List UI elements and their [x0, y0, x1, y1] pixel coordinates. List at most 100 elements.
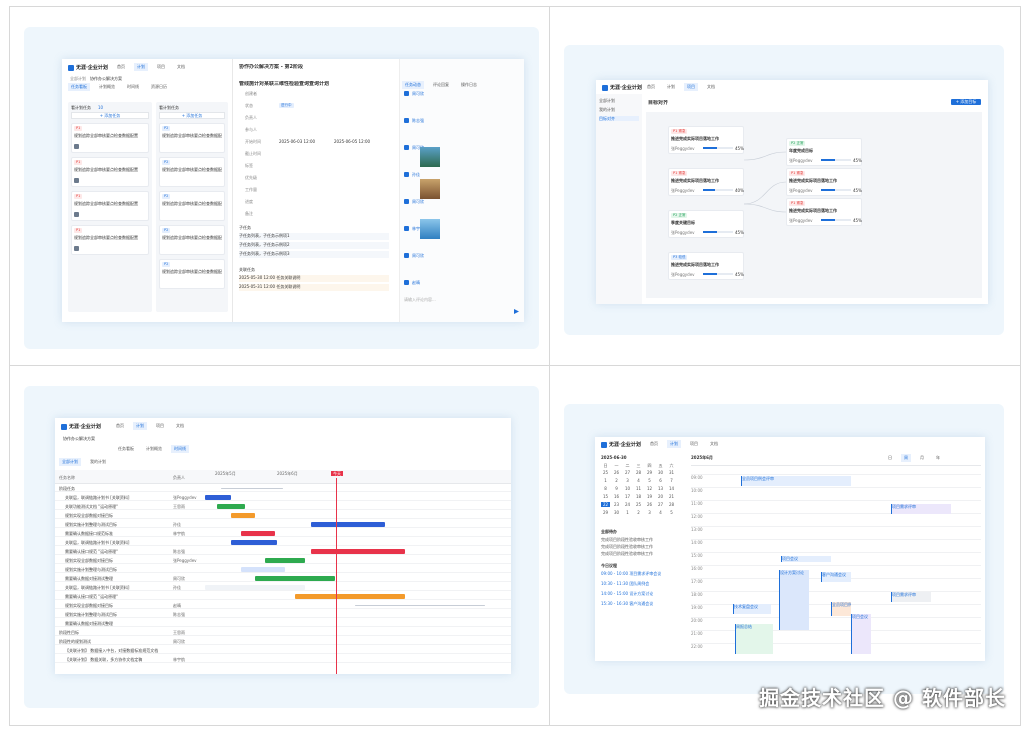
gantt-row[interactable]: 规划实现全部数据对接目标 张Peggydev — [55, 557, 511, 564]
gantt-bar[interactable] — [241, 531, 275, 536]
tab-overview[interactable]: 计划概览 — [143, 445, 165, 453]
day-cell[interactable]: 8 — [601, 486, 610, 491]
nav-doc[interactable]: 文档 — [707, 440, 721, 448]
day-cell[interactable]: 5 — [667, 510, 676, 515]
day-cell[interactable]: 25 — [601, 470, 610, 475]
subtab-mine[interactable]: 我的计划 — [87, 458, 109, 466]
nav-project[interactable]: 项目 — [684, 83, 698, 91]
gantt-row[interactable]: 需要确认数据对接测试整理 — [55, 620, 511, 627]
view-week[interactable]: 周 — [901, 454, 911, 462]
tab-board[interactable]: 任务看板 — [115, 445, 137, 453]
gantt-row[interactable]: 关联功能测试文档 "运动原理" 王思雨 — [55, 503, 511, 510]
gantt-bar[interactable] — [231, 513, 255, 518]
tab-comments[interactable]: 评论回复 — [430, 81, 452, 89]
day-cell[interactable]: 16 — [612, 494, 621, 499]
goal-card[interactable]: P1 紧急 推进完成实际项目落地工作 张Peggydev 45% — [786, 168, 862, 196]
calendar-event[interactable]: 客户沟通会议 — [821, 572, 851, 582]
day-cell[interactable]: 27 — [623, 470, 632, 475]
day-cell[interactable]: 18 — [634, 494, 643, 499]
nav-project[interactable]: 项目 — [687, 440, 701, 448]
gantt-row[interactable]: 【关联计划】 数据接入中台，对接数据标准规范文档 — [55, 647, 511, 654]
day-cell[interactable]: 29 — [601, 510, 610, 515]
task-card[interactable]: P1 规划追踪全部审核要点检查数据配置 — [71, 225, 149, 255]
task-card[interactable]: P1 规划追踪全部审核要点检查数据配置 — [71, 123, 149, 153]
day-cell[interactable]: 1 — [623, 510, 632, 515]
gantt-bar[interactable] — [311, 549, 405, 554]
todo-item[interactable]: 完成项目阶段性验收审核工作 — [601, 544, 653, 549]
tab-timeline[interactable]: 时间线 — [124, 83, 142, 91]
attachment-image[interactable] — [420, 147, 440, 167]
attachment-image[interactable] — [420, 219, 440, 239]
subtask-row[interactable]: 子任务列表，子任务示例项3 — [239, 251, 389, 258]
calendar-event[interactable]: 全员项目例会评审 — [831, 602, 851, 616]
day-cell[interactable]: 25 — [634, 502, 643, 507]
subtask-row[interactable]: 子任务列表，子任务示例项2 — [239, 242, 389, 249]
gantt-row[interactable]: 阶段性的规划测试 周可欣 — [55, 638, 511, 645]
day-cell[interactable]: 7 — [667, 478, 676, 483]
gantt-row[interactable]: 需要确认接口规范 "运动原理" — [55, 593, 511, 600]
gantt-row[interactable]: 需要确认数据接口规范标准 林宇航 — [55, 530, 511, 537]
todo-item[interactable]: 完成项目阶段性验收审核工作 — [601, 551, 653, 556]
gantt-bar[interactable] — [355, 605, 485, 606]
nav-doc[interactable]: 文档 — [173, 422, 187, 430]
gantt-row[interactable]: 阶段性目标 王思雨 — [55, 629, 511, 636]
tab-overview[interactable]: 计划概览 — [96, 83, 118, 91]
calendar-event[interactable]: 项目会议 — [851, 614, 871, 654]
gantt-bar[interactable] — [265, 558, 305, 563]
sidebar-item[interactable]: 全部计划 — [599, 98, 639, 103]
send-icon[interactable] — [514, 309, 519, 314]
gantt-bar[interactable] — [241, 567, 285, 572]
gantt-row[interactable]: 关联层，联调链路计划书 [关联资料] — [55, 539, 511, 546]
task-card[interactable]: P2 规划追踪全部审核要点检查数据配置 — [159, 191, 225, 221]
gantt-row[interactable]: 规划实施计划整理与测试目标 陈志强 — [55, 611, 511, 618]
tab-activity[interactable]: 任务动态 — [402, 81, 424, 89]
day-cell[interactable]: 17 — [623, 494, 632, 499]
day-cell[interactable]: 20 — [656, 494, 665, 499]
subtask-row[interactable]: 子任务列表，子任务示例项1 — [239, 233, 389, 240]
day-cell[interactable]: 3 — [623, 478, 632, 483]
gantt-row[interactable]: 规划实现全部数据对接目标 — [55, 512, 511, 519]
tab-timeline[interactable]: 时间线 — [171, 445, 189, 453]
view-month[interactable]: 月 — [917, 454, 927, 462]
gantt-bar[interactable] — [205, 585, 305, 590]
gantt-bar[interactable] — [205, 495, 231, 500]
gantt-row[interactable]: 规划实施计划整理与测试目标 — [55, 566, 511, 573]
day-cell[interactable]: 30 — [656, 470, 665, 475]
nav-plan[interactable]: 计划 — [133, 422, 147, 430]
sidebar-item[interactable]: 我的计划 — [599, 107, 639, 112]
status-badge[interactable]: 进行中 — [279, 103, 294, 108]
day-cell[interactable]: 2 — [612, 478, 621, 483]
day-cell[interactable]: 13 — [656, 486, 665, 491]
tab-logs[interactable]: 操作日志 — [458, 81, 480, 89]
gantt-row[interactable]: 阶段任务 — [55, 485, 511, 492]
day-cell[interactable]: 14 — [667, 486, 676, 491]
agenda-item[interactable]: 10:30 - 11:30 团队周例会 — [601, 581, 649, 586]
todo-item[interactable]: 完成项目阶段性验收审核工作 — [601, 537, 653, 542]
day-cell[interactable]: 12 — [645, 486, 654, 491]
gantt-bar[interactable] — [311, 522, 385, 527]
nav-home[interactable]: 首页 — [114, 63, 128, 71]
day-cell[interactable]: 10 — [623, 486, 632, 491]
agenda-item[interactable]: 09:00 - 10:00 项目需求评审会议 — [601, 571, 661, 576]
nav-home[interactable]: 首页 — [113, 422, 127, 430]
add-task-button[interactable]: + 添加任务 — [71, 112, 149, 119]
day-cell[interactable]: 5 — [645, 478, 654, 483]
day-cell[interactable]: 11 — [634, 486, 643, 491]
attachment-image[interactable] — [420, 179, 440, 199]
day-cell[interactable]: 4 — [634, 478, 643, 483]
calendar-event[interactable]: 项目需求评审 — [891, 504, 951, 514]
related-row[interactable]: 2025-05-31 12:00 任务关联说明 — [239, 284, 389, 291]
day-cell[interactable]: 27 — [656, 502, 665, 507]
day-cell[interactable]: 4 — [656, 510, 665, 515]
day-cell[interactable]: 23 — [612, 502, 621, 507]
calendar-event[interactable]: 设计方案讨论 — [779, 570, 809, 630]
tab-calendar[interactable]: 资源日历 — [148, 83, 170, 91]
day-cell[interactable]: 30 — [612, 510, 621, 515]
gantt-bar[interactable] — [217, 504, 245, 509]
goal-card[interactable]: P3 较低 推进完成实际项目落地工作 张Peggydev 45% — [668, 252, 744, 280]
nav-home[interactable]: 首页 — [644, 83, 658, 91]
goal-card[interactable]: P2 正常 年度完成目标 张Peggydev 45% — [786, 138, 862, 166]
goal-card[interactable]: P2 正常 季度关键目标 张Peggydev 45% — [668, 210, 744, 238]
task-card[interactable]: P1 规划追踪全部审核要点检查数据配置 — [71, 191, 149, 221]
goal-card[interactable]: P1 紧急 推进完成实际项目落地工作 张Peggydev 40% — [668, 168, 744, 196]
